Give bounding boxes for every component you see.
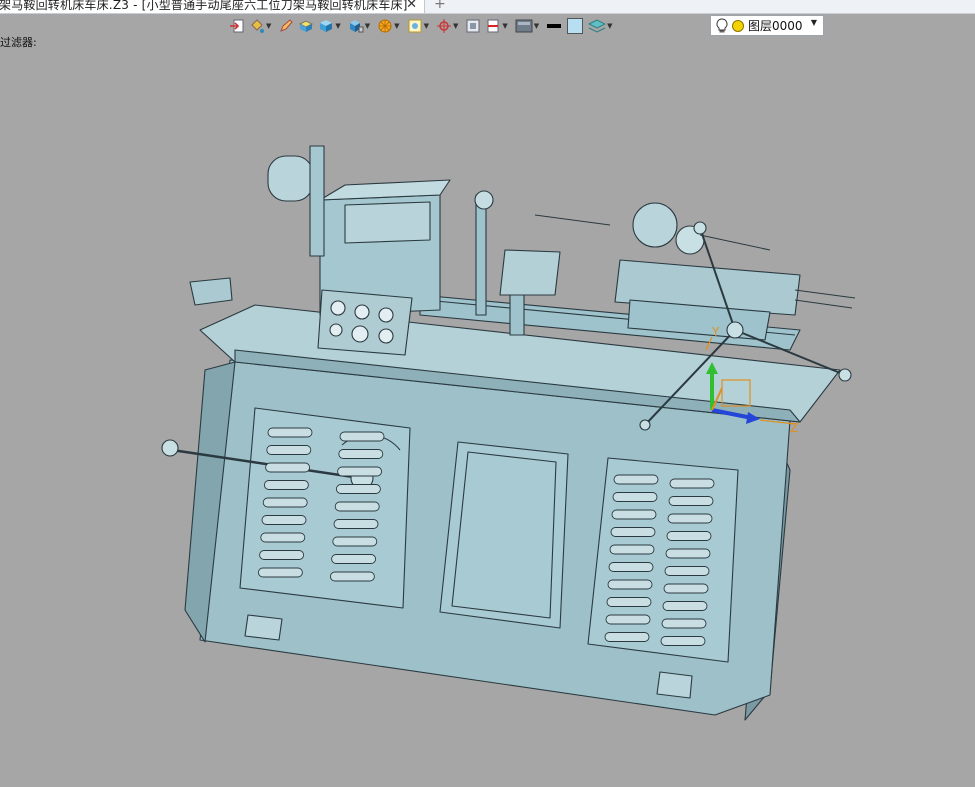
render-style-button[interactable]: ▼: [376, 15, 403, 37]
display-mode-button[interactable]: ▼: [347, 15, 374, 37]
vent-slot: [332, 536, 378, 547]
vent-slot: [664, 566, 710, 576]
chevron-down-icon[interactable]: ▼: [607, 22, 612, 30]
background-icon: [515, 19, 533, 33]
vent-slot: [260, 532, 306, 543]
vent-slot: [661, 618, 707, 629]
vent-slot: [665, 548, 711, 559]
vent-slot: [663, 583, 709, 594]
vent-slot: [329, 571, 375, 582]
section-button[interactable]: [464, 15, 482, 37]
document-tab-bar: 架马鞍回转机床车床.Z3 - [小型普通手动尾座六工位刀架马鞍回转机床车床] ✕…: [0, 0, 975, 14]
layer-name: 图层0000: [748, 19, 803, 33]
background-button[interactable]: ▼: [514, 15, 543, 37]
vent-slot: [610, 527, 656, 537]
line-color-button[interactable]: [545, 15, 563, 37]
vent-slot: [265, 462, 311, 473]
orient-button[interactable]: ▼: [435, 15, 462, 37]
vent-slot: [609, 544, 655, 555]
vent-slot: [660, 636, 706, 646]
vent-slot: [261, 515, 307, 525]
view-fit-icon: [408, 19, 422, 33]
vent-slot: [266, 445, 312, 455]
lathe-model: Y Z: [161, 145, 856, 721]
vent-slot: [259, 550, 305, 560]
face-color-icon: [299, 20, 314, 32]
vent-slot: [263, 480, 309, 490]
chevron-down-icon[interactable]: ▼: [424, 22, 429, 30]
face-color-button[interactable]: [297, 15, 315, 37]
vent-slot: [612, 492, 658, 502]
document-tab[interactable]: 架马鞍回转机床车床.Z3 - [小型普通手动尾座六工位刀架马鞍回转机床车床] ✕: [0, 0, 425, 13]
section-icon: [466, 19, 480, 33]
vent-slot: [669, 478, 715, 489]
vent-slot: [339, 431, 385, 442]
vent-slot: [607, 579, 653, 590]
layer-selector[interactable]: 图层0000 ▼: [710, 15, 824, 36]
axis-y-label: Y: [711, 325, 720, 339]
chevron-down-icon[interactable]: ▼: [365, 22, 370, 30]
vent-slot: [267, 427, 313, 438]
vent-slot: [331, 554, 377, 564]
fill-color-button[interactable]: [565, 15, 585, 37]
pencil-icon: [280, 19, 294, 32]
vent-slot: [608, 562, 654, 572]
vent-slot: [611, 509, 657, 520]
vent-slot: [257, 567, 303, 578]
vent-slot: [337, 466, 383, 477]
vent-slot: [613, 474, 659, 485]
vent-slot: [262, 497, 308, 508]
vent-slot: [333, 519, 379, 529]
orient-icon: [436, 19, 451, 33]
vent-slot: [604, 632, 650, 642]
vent-slot: [606, 597, 652, 607]
filter-label: 过滤器:: [0, 36, 37, 49]
fill-color-icon: [567, 18, 584, 34]
paint-bucket-icon: [251, 19, 264, 33]
chevron-down-icon[interactable]: ▼: [534, 22, 539, 30]
solid-box-icon: [320, 20, 333, 32]
vent-slot: [666, 531, 712, 541]
chevron-down-icon[interactable]: ▼: [453, 22, 458, 30]
chevron-down-icon[interactable]: ▼: [266, 22, 271, 30]
chevron-down-icon[interactable]: ▼: [335, 22, 340, 30]
vent-slot: [668, 496, 714, 506]
line-color-icon: [547, 24, 562, 28]
view-fit-button[interactable]: ▼: [406, 15, 433, 37]
clip-plane-button[interactable]: ▼: [484, 15, 511, 37]
axis-z-label: Z: [790, 421, 798, 435]
vent-slot: [334, 501, 380, 512]
render-style-icon: [378, 19, 392, 33]
chevron-down-icon[interactable]: ▼: [502, 22, 507, 30]
3d-viewport[interactable]: Y Z: [0, 50, 975, 783]
paint-bucket-button[interactable]: ▼: [248, 15, 275, 37]
new-tab-button[interactable]: +: [434, 0, 446, 13]
vent-slot: [338, 449, 384, 459]
close-tab-icon[interactable]: ✕: [406, 0, 417, 13]
export-button[interactable]: [228, 15, 246, 37]
vent-slot: [335, 484, 381, 494]
chevron-down-icon[interactable]: ▼: [394, 22, 399, 30]
view-toolbar: ▼ ▼ ▼ ▼ ▼ ▼ ▼ ▼ ▼: [228, 14, 617, 38]
layer-manager-icon: [588, 19, 607, 33]
pencil-button[interactable]: [277, 15, 295, 37]
layer-status-icon: [732, 19, 744, 32]
display-mode-icon: [349, 20, 364, 33]
document-tab-title: 架马鞍回转机床车床.Z3 - [小型普通手动尾座六工位刀架马鞍回转机床车床]: [0, 0, 408, 12]
layer-manager-button[interactable]: ▼: [587, 15, 616, 37]
clip-plane-icon: [487, 19, 499, 33]
chevron-down-icon[interactable]: ▼: [811, 18, 817, 27]
solid-box-button[interactable]: ▼: [317, 15, 344, 37]
vent-slot: [667, 513, 713, 524]
vent-slot: [605, 614, 651, 625]
lightbulb-icon: [716, 17, 728, 32]
export-icon: [230, 19, 244, 33]
vent-slot: [662, 601, 708, 611]
